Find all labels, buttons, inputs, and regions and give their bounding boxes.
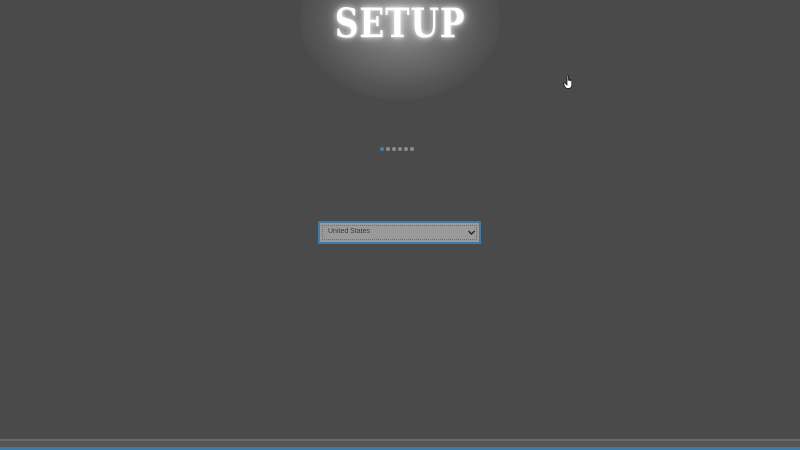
step-dot: [392, 147, 396, 151]
bottom-bar: [0, 439, 800, 450]
step-dot: [398, 147, 402, 151]
step-dot: [410, 147, 414, 151]
step-indicator: [380, 147, 414, 151]
step-dot: [380, 147, 384, 151]
step-dot: [404, 147, 408, 151]
country-select-value: United States: [328, 228, 371, 235]
country-select[interactable]: United States: [318, 221, 481, 244]
hand-pointer-icon: [563, 74, 573, 89]
step-dot: [386, 147, 390, 151]
chevron-down-icon[interactable]: [467, 228, 476, 237]
setup-screen: SETUP United States: [0, 0, 800, 450]
page-title: SETUP: [334, 0, 466, 47]
